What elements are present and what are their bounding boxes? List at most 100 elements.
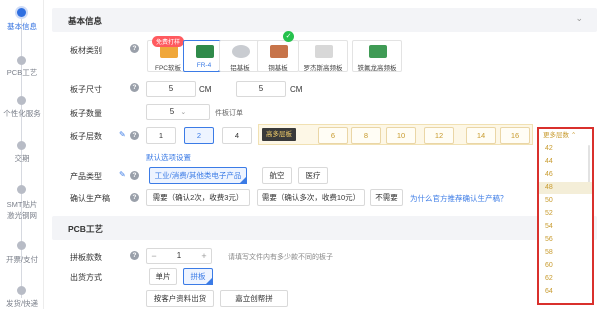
option-label: 工业/消费/其他类电子产品 (154, 171, 242, 180)
material-option-label: 铝基板 (230, 65, 250, 72)
ship-by-customer-option[interactable]: 按客户资料出货 (146, 290, 214, 307)
option-label: 拼板 (190, 272, 206, 281)
dropdown-option[interactable]: 46 (539, 169, 592, 181)
sidebar-step-dot[interactable] (17, 141, 26, 150)
quantity-value: 5 (169, 107, 175, 116)
confirm-none-option[interactable]: 不需要 (370, 189, 403, 206)
sidebar-item-delivery-time[interactable]: 交期 (0, 154, 44, 164)
quantity-select[interactable]: 5 ⌄ (146, 104, 210, 120)
layer-option-12[interactable]: 12 (424, 127, 454, 144)
dropdown-option[interactable]: 50 (539, 195, 592, 207)
product-type-medical[interactable]: 医疗 (298, 167, 328, 184)
sidebar-step-dot[interactable] (17, 96, 26, 105)
sidebar: 基本信息 PCB工艺 个性化服务 交期 SMT贴片 激光钢网 开票/支付 发货/… (0, 0, 44, 309)
edit-icon[interactable]: ✎ (119, 171, 127, 179)
help-icon[interactable]: ? (130, 193, 139, 202)
dropdown-option[interactable]: 54 (539, 221, 592, 233)
quantity-suffix: 件板订单 (215, 110, 243, 117)
panel-count-stepper[interactable]: − 1 + (146, 248, 212, 264)
dropdown-option[interactable]: 44 (539, 156, 592, 168)
more-layers-header[interactable]: 更多层数 ⌃ (539, 129, 592, 143)
material-option-label: 罗杰斯高频板 (303, 65, 343, 72)
sidebar-item-smt[interactable]: SMT贴片 (0, 200, 44, 210)
dropdown-option-highlighted[interactable]: 48 (539, 182, 592, 194)
ship-method-label: 出货方式 (70, 273, 102, 282)
sidebar-item-invoice[interactable]: 开票/支付 (0, 255, 44, 265)
product-type-label: 产品类型 (70, 172, 102, 181)
sidebar-step-dot[interactable] (17, 241, 26, 250)
quantity-label: 板子数量 (70, 109, 102, 118)
material-label: 板材类别 (70, 46, 102, 55)
chevron-down-icon[interactable]: ⌄ (575, 13, 583, 24)
product-type-aviation[interactable]: 航空 (262, 167, 292, 184)
help-icon[interactable]: ? (130, 171, 139, 180)
dropdown-option[interactable]: 52 (539, 208, 592, 220)
height-unit: CM (290, 85, 303, 94)
panel-count-label: 拼板款数 (70, 253, 102, 262)
selected-corner-icon (205, 277, 213, 285)
product-type-industrial[interactable]: 工业/消费/其他类电子产品 (149, 167, 247, 184)
sidebar-step-dot[interactable] (17, 286, 26, 295)
section-basic-header[interactable]: 基本信息 ⌄ (52, 8, 597, 32)
dropdown-option[interactable]: 42 (539, 143, 592, 155)
chevron-down-icon: ⌄ (176, 109, 187, 116)
layer-option-6[interactable]: 6 (318, 127, 348, 144)
more-layers-label: 更多层数 (543, 132, 569, 139)
height-input[interactable]: 5 (236, 81, 286, 97)
more-layers-dropdown[interactable]: 更多层数 ⌃ 42 44 46 48 50 52 54 56 58 60 62 … (537, 127, 594, 305)
layer-option-14[interactable]: 14 (466, 127, 496, 144)
panel-count-hint: 请填写文件内有多少款不同的板子 (228, 254, 333, 261)
sidebar-step-dot[interactable] (17, 185, 26, 194)
sidebar-item-pcb[interactable]: PCB工艺 (0, 68, 44, 78)
selected-corner-icon (239, 176, 247, 184)
dropdown-option[interactable]: 62 (539, 273, 592, 285)
sidebar-item-stencil[interactable]: 激光钢网 (0, 211, 44, 221)
panel-count-value[interactable]: 1 (161, 249, 197, 263)
width-unit: CM (199, 85, 212, 94)
fr4-thumbnail (196, 45, 214, 58)
default-options-link[interactable]: 默认选项设置 (146, 152, 191, 163)
material-copper[interactable]: 铜基板 (257, 40, 299, 72)
sidebar-item-shipping[interactable]: 发货/快递 (0, 299, 44, 309)
sidebar-item-personalized[interactable]: 个性化服务 (0, 109, 44, 119)
why-confirm-link[interactable]: 为什么官方推荐确认生产稿？ (410, 193, 508, 204)
width-input[interactable]: 5 (146, 81, 196, 97)
layer-option-1[interactable]: 1 (146, 127, 176, 144)
material-aluminum[interactable]: 铝基板 (219, 40, 261, 72)
ship-jlc-panel-option[interactable]: 嘉立创帮拼 (220, 290, 288, 307)
confirm-multiple-option[interactable]: 需要（确认多次，收费10元） (257, 189, 365, 206)
section-title: 基本信息 (68, 16, 103, 26)
dropdown-option[interactable]: 64 (539, 286, 592, 298)
help-icon[interactable]: ? (130, 251, 139, 260)
teflon-thumbnail (369, 45, 387, 58)
material-rogers[interactable]: 罗杰斯高频板 (298, 40, 348, 72)
layer-option-16[interactable]: 16 (500, 127, 530, 144)
layer-option-8[interactable]: 8 (351, 127, 381, 144)
help-icon[interactable]: ? (130, 44, 139, 53)
aluminum-thumbnail (232, 45, 250, 58)
dropdown-option[interactable]: 58 (539, 247, 592, 259)
dropdown-option[interactable]: 56 (539, 234, 592, 246)
plus-icon[interactable]: + (197, 249, 211, 263)
minus-icon[interactable]: − (147, 249, 161, 263)
layer-option-2[interactable]: 2 (184, 127, 214, 144)
ship-panel-option[interactable]: 拼板 (183, 268, 213, 285)
layer-option-4[interactable]: 4 (222, 127, 252, 144)
layer-option-10[interactable]: 10 (386, 127, 416, 144)
help-icon[interactable]: ? (130, 83, 139, 92)
rogers-thumbnail (315, 45, 333, 58)
sidebar-step-dot[interactable] (17, 56, 26, 65)
sidebar-step-dot[interactable] (17, 8, 26, 17)
section-pcb-header[interactable]: PCB工艺 (52, 216, 597, 240)
ship-single-option[interactable]: 单片 (149, 268, 177, 285)
section-title: PCB工艺 (68, 224, 103, 234)
sidebar-item-basic[interactable]: 基本信息 (0, 22, 44, 32)
help-icon[interactable]: ? (130, 131, 139, 140)
edit-icon[interactable]: ✎ (119, 131, 127, 139)
dropdown-option[interactable]: 60 (539, 260, 592, 272)
confirm-twice-option[interactable]: 需要（确认2次，收费3元） (146, 189, 250, 206)
order-page: 基本信息 PCB工艺 个性化服务 交期 SMT贴片 激光钢网 开票/支付 发货/… (0, 0, 605, 309)
confirm-label: 确认生产稿 (70, 194, 110, 203)
material-teflon[interactable]: 铁氟龙高频板 (352, 40, 402, 72)
wechat-icon[interactable]: ✓ (283, 31, 294, 42)
